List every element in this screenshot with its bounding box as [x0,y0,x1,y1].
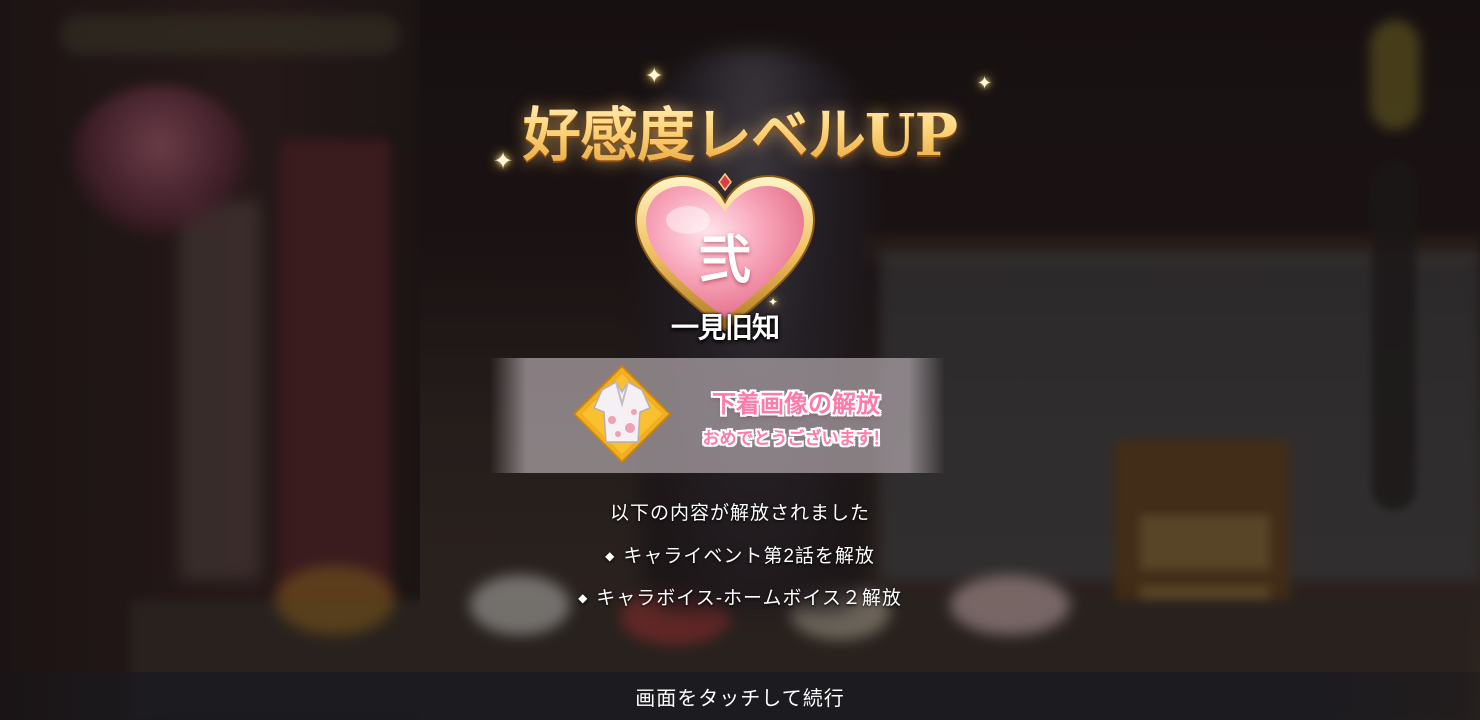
affection-level-up-title: 好感度レベルUP [520,88,960,172]
bullet-diamond-icon: ◆ [605,549,616,563]
tap-to-continue-bar[interactable]: 画面をタッチして続行 [0,672,1480,720]
reward-title: 下着画像の解放 [712,390,880,418]
unlocked-item-label: キャライベント第2話を解放 [623,546,875,567]
kimono-outfit-icon [568,360,676,468]
unlocked-item-label: キャラボイス-ホームボイス２解放 [596,588,902,609]
reward-subtitle: おめでとうございます！ [702,429,890,449]
sparkle-icon: ✦ [645,64,664,89]
sparkle-icon: ✦ [493,147,514,175]
heart-level-kanji: 弐 [698,230,751,291]
unlocked-item: ◆ キャラボイス-ホームボイス２解放 [440,583,1040,610]
sparkle-icon: ✦ [977,73,993,94]
unlocked-item: ◆ キャライベント第2話を解放 [440,541,1040,568]
affection-level-name: 一見旧知 [670,311,780,344]
bullet-diamond-icon: ◆ [578,591,589,605]
unlocked-heading: 以下の内容が解放されました [609,503,870,524]
tap-to-continue-label: 画面をタッチして続行 [635,687,845,710]
